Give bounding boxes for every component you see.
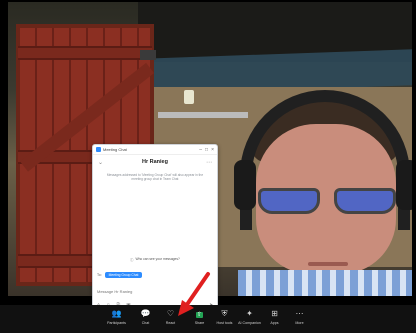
toolbar-apps[interactable]: ⊞ Apps — [262, 305, 287, 333]
chat-titlebar[interactable]: Meeting Chat – □ × — [93, 145, 217, 155]
glasses-lens-right — [334, 188, 396, 214]
close-icon[interactable]: × — [211, 147, 214, 153]
apps-icon: ⊞ — [271, 309, 278, 318]
window-controls: – □ × — [199, 147, 214, 153]
chat-recipient-dropdown[interactable]: Meeting Group Chat — [104, 272, 143, 278]
toolbar-label: More — [295, 321, 304, 325]
door-hinge — [140, 50, 156, 60]
toolbar-participants[interactable]: 👥 Participants — [104, 305, 129, 333]
chat-header-title: Hr Ranieg — [142, 159, 168, 165]
chat-visibility-text: Who can see your messages? — [135, 257, 180, 261]
door-rail-top — [18, 46, 152, 60]
toolbar-label: React — [165, 321, 176, 325]
zoom-logo-icon — [96, 147, 101, 152]
toolbar-label: AI Companion — [238, 321, 261, 325]
shield-icon: ⛨ — [221, 309, 228, 318]
toolbar-label: Share — [194, 321, 205, 325]
more-icon: ⋯ — [295, 309, 304, 318]
chat-to-label: To: — [97, 273, 102, 277]
toolbar-label: Apps — [270, 321, 279, 325]
toolbar-label: Chat — [141, 321, 150, 325]
person-mouth — [308, 262, 348, 266]
toolbar-chat[interactable]: 💬 Chat — [133, 305, 158, 333]
info-icon: ⓘ — [130, 258, 134, 262]
glasses — [254, 188, 400, 214]
participant-person — [230, 80, 412, 296]
meeting-window: Meeting Chat – □ × ⌄ Hr Ranieg ⋯ Message… — [0, 0, 416, 333]
headphone-cup-left — [234, 160, 256, 210]
chat-app-title: Meeting Chat — [96, 147, 127, 152]
toolbar-label: Host tools — [216, 321, 233, 325]
chat-visibility-link[interactable]: ⓘ Who can see your messages? — [101, 257, 209, 262]
video-lamp — [184, 90, 194, 104]
toolbar-more[interactable]: ⋯ More — [287, 305, 312, 333]
toolbar-ai-companion[interactable]: ✦ AI Companion — [237, 305, 262, 333]
people-icon: 👥 — [111, 309, 122, 318]
more-options-icon[interactable]: ⋯ — [206, 159, 212, 166]
maximize-icon[interactable]: □ — [205, 147, 208, 153]
chat-notice: Messages addressed to 'Meeting Group Cha… — [106, 173, 204, 181]
chat-messages-area — [93, 181, 217, 257]
chat-icon: 💬 — [140, 309, 151, 318]
chevron-down-icon[interactable]: ⌄ — [98, 159, 103, 166]
glasses-lens-left — [258, 188, 320, 214]
person-shirt — [238, 270, 412, 296]
toolbar-label: Participants — [107, 321, 126, 325]
chat-window-title: Meeting Chat — [103, 147, 127, 152]
annotation-arrow-icon — [178, 272, 210, 316]
chat-header: ⌄ Hr Ranieg ⋯ — [93, 155, 217, 169]
minimize-icon[interactable]: – — [199, 147, 202, 153]
sparkle-icon: ✦ — [246, 309, 253, 318]
heart-icon: ♡ — [166, 309, 175, 318]
